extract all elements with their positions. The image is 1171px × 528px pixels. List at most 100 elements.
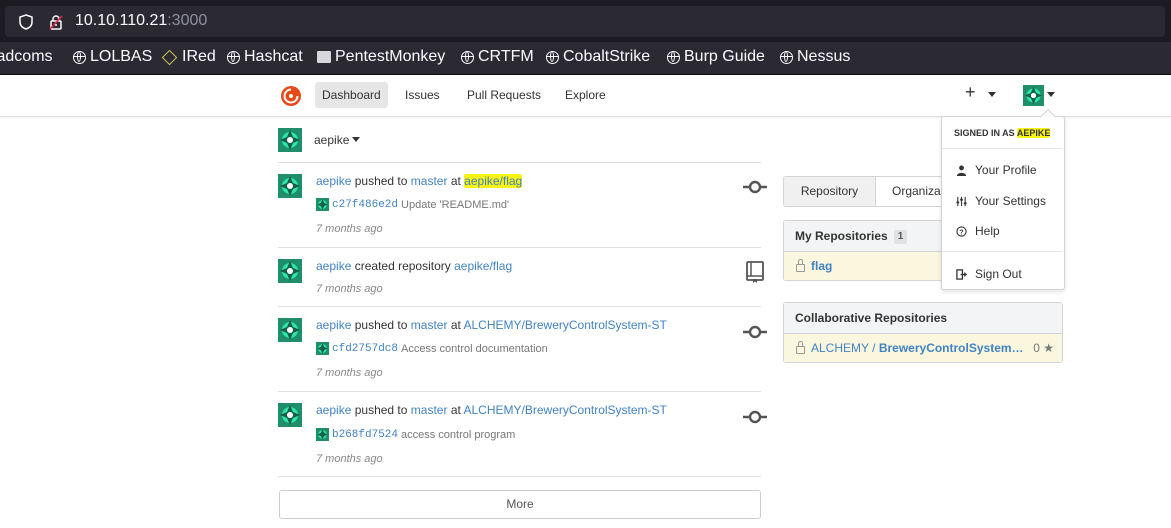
feed-action: pushed to bbox=[354, 318, 408, 332]
feed-commit: c27f486e2d Update 'README.md' bbox=[316, 198, 509, 211]
feed-repo-link[interactable]: ALCHEMY/BreweryControlSystem-ST bbox=[464, 318, 667, 332]
repo-owner-link[interactable]: ALCHEMY bbox=[811, 341, 869, 355]
bookmark-label: Nessus bbox=[797, 48, 851, 65]
collaborative-repositories-panel: Collaborative Repositories ALCHEMY / Bre… bbox=[783, 302, 1063, 363]
collaborative-repositories-title: Collaborative Repositories bbox=[784, 303, 1062, 334]
feed-avatar[interactable] bbox=[278, 318, 302, 342]
menu-item-help[interactable]: ? Help bbox=[956, 224, 1000, 238]
commit-sha-link[interactable]: cfd2757dc8 bbox=[332, 343, 398, 355]
bookmark-label: CobaltStrike bbox=[563, 48, 651, 65]
more-button[interactable]: More bbox=[279, 490, 761, 519]
bookmark-ired[interactable]: IRed bbox=[161, 48, 216, 66]
feed-time: 7 months ago bbox=[316, 453, 383, 465]
commit-icon bbox=[743, 410, 767, 424]
commit-avatar bbox=[316, 342, 329, 355]
bookmark-crtfm[interactable]: CRTFM bbox=[461, 48, 534, 66]
feed-time: 7 months ago bbox=[316, 223, 383, 235]
repo-path-separator: / bbox=[872, 341, 876, 355]
commit-message: Update 'README.md' bbox=[401, 198, 510, 211]
menu-item-sign-out[interactable]: Sign Out bbox=[956, 267, 1022, 281]
nav-issues[interactable]: Issues bbox=[398, 82, 447, 108]
sign-out-icon bbox=[956, 268, 967, 280]
bookmark-cobaltstrike[interactable]: CobaltStrike bbox=[546, 48, 650, 66]
commit-icon bbox=[743, 180, 767, 194]
repo-link-brewery[interactable]: BreweryControlSystem… bbox=[879, 341, 1024, 355]
bookmark-lolbas[interactable]: LOLBAS bbox=[73, 48, 152, 66]
url-port: :3000 bbox=[167, 12, 208, 29]
feed-repo-link[interactable]: ALCHEMY/BreweryControlSystem-ST bbox=[464, 403, 667, 417]
bookmark-burp-guide[interactable]: Burp Guide bbox=[667, 48, 765, 66]
feed-at: at bbox=[450, 403, 461, 417]
feed-user-link[interactable]: aepike bbox=[316, 259, 351, 273]
feed-avatar[interactable] bbox=[278, 174, 302, 198]
lock-icon bbox=[796, 258, 805, 272]
bookmark-nessus[interactable]: Nessus bbox=[780, 48, 850, 66]
create-new-button[interactable]: + bbox=[965, 82, 976, 103]
nav-dashboard[interactable]: Dashboard bbox=[315, 82, 388, 108]
feed-avatar[interactable] bbox=[278, 403, 302, 427]
commit-icon bbox=[743, 325, 767, 339]
question-circle-icon: ? bbox=[956, 225, 967, 237]
feed-branch-link[interactable]: master bbox=[411, 403, 448, 417]
menu-item-label: Your Settings bbox=[975, 194, 1046, 208]
feed-item: aepike created repository aepike/flag 7 … bbox=[278, 248, 764, 307]
address-field[interactable]: 10.10.110.21:3000 bbox=[5, 6, 1165, 37]
bookmark-label: LOLBAS bbox=[90, 48, 153, 65]
shield-icon[interactable] bbox=[19, 14, 33, 30]
feed-summary: aepike pushed to master at ALCHEMY/Brewe… bbox=[316, 403, 667, 417]
menu-item-your-profile[interactable]: Your Profile bbox=[956, 163, 1037, 177]
diamond-icon bbox=[161, 49, 178, 65]
tab-repository[interactable]: Repository bbox=[784, 177, 876, 206]
bookmark-hashcat[interactable]: Hashcat bbox=[227, 48, 303, 66]
lock-icon bbox=[796, 340, 805, 354]
bookmark-pentestmonkey[interactable]: PentestMonkey bbox=[317, 48, 445, 66]
feed-repo-link[interactable]: aepike/flag bbox=[464, 174, 523, 188]
user-dropdown-menu: SIGNED IN AS AEPIKE Your Profile Your Se… bbox=[941, 116, 1065, 290]
feed-user-link[interactable]: aepike bbox=[316, 174, 351, 188]
feed-user-link[interactable]: aepike bbox=[316, 403, 351, 417]
repo-count-badge: 1 bbox=[893, 229, 908, 244]
commit-sha-link[interactable]: b268fd7524 bbox=[332, 429, 398, 441]
lock-icon[interactable] bbox=[49, 14, 63, 30]
chevron-down-icon[interactable] bbox=[1047, 92, 1055, 97]
signed-in-label: SIGNED IN AS bbox=[954, 128, 1015, 138]
feed-item: aepike pushed to master at ALCHEMY/Brewe… bbox=[278, 307, 767, 392]
feed-branch-link[interactable]: master bbox=[411, 318, 448, 332]
signed-in-header: SIGNED IN AS AEPIKE bbox=[954, 128, 1051, 138]
feed-item: aepike pushed to master at ALCHEMY/Brewe… bbox=[278, 392, 767, 477]
repo-link-flag[interactable]: flag bbox=[811, 259, 832, 273]
feed-commit: cfd2757dc8 Access control documentation bbox=[316, 342, 548, 355]
feed-time: 7 months ago bbox=[316, 367, 383, 379]
globe-icon bbox=[227, 50, 240, 64]
chevron-down-icon[interactable] bbox=[988, 92, 996, 97]
commit-avatar bbox=[316, 428, 329, 441]
divider bbox=[942, 251, 1062, 252]
feed-summary: aepike created repository aepike/flag bbox=[316, 259, 512, 273]
feed-branch-link[interactable]: master bbox=[411, 174, 448, 188]
feed-commit: b268fd7524 access control program bbox=[316, 428, 515, 441]
feed-repo-link[interactable]: aepike/flag bbox=[454, 259, 512, 273]
feed-action: pushed to bbox=[354, 403, 408, 417]
gitea-logo-icon[interactable] bbox=[280, 85, 302, 107]
signed-in-username: AEPIKE bbox=[1016, 128, 1051, 138]
url-text: 10.10.110.21:3000 bbox=[75, 12, 207, 30]
printer-icon bbox=[317, 51, 331, 63]
context-username[interactable]: aepike bbox=[314, 133, 349, 147]
user-avatar[interactable] bbox=[1023, 85, 1044, 106]
bookmark-wadcoms[interactable]: Wadcoms bbox=[0, 48, 53, 66]
chevron-down-icon[interactable] bbox=[352, 137, 360, 142]
globe-icon bbox=[667, 50, 680, 64]
nav-pull-requests[interactable]: Pull Requests bbox=[460, 82, 548, 108]
person-icon bbox=[956, 165, 967, 176]
repo-list-item[interactable]: ALCHEMY / BreweryControlSystem… 0 ★ bbox=[784, 334, 1062, 362]
nav-explore[interactable]: Explore bbox=[558, 82, 613, 108]
context-avatar[interactable] bbox=[278, 128, 302, 152]
globe-icon bbox=[546, 50, 559, 64]
commit-sha-link[interactable]: c27f486e2d bbox=[332, 199, 398, 211]
menu-item-your-settings[interactable]: Your Settings bbox=[956, 194, 1046, 208]
feed-avatar[interactable] bbox=[278, 259, 302, 283]
feed-user-link[interactable]: aepike bbox=[316, 318, 351, 332]
menu-item-label: Your Profile bbox=[975, 163, 1037, 177]
feed-action: created repository bbox=[354, 259, 451, 273]
star-count: 0 ★ bbox=[1033, 341, 1054, 355]
